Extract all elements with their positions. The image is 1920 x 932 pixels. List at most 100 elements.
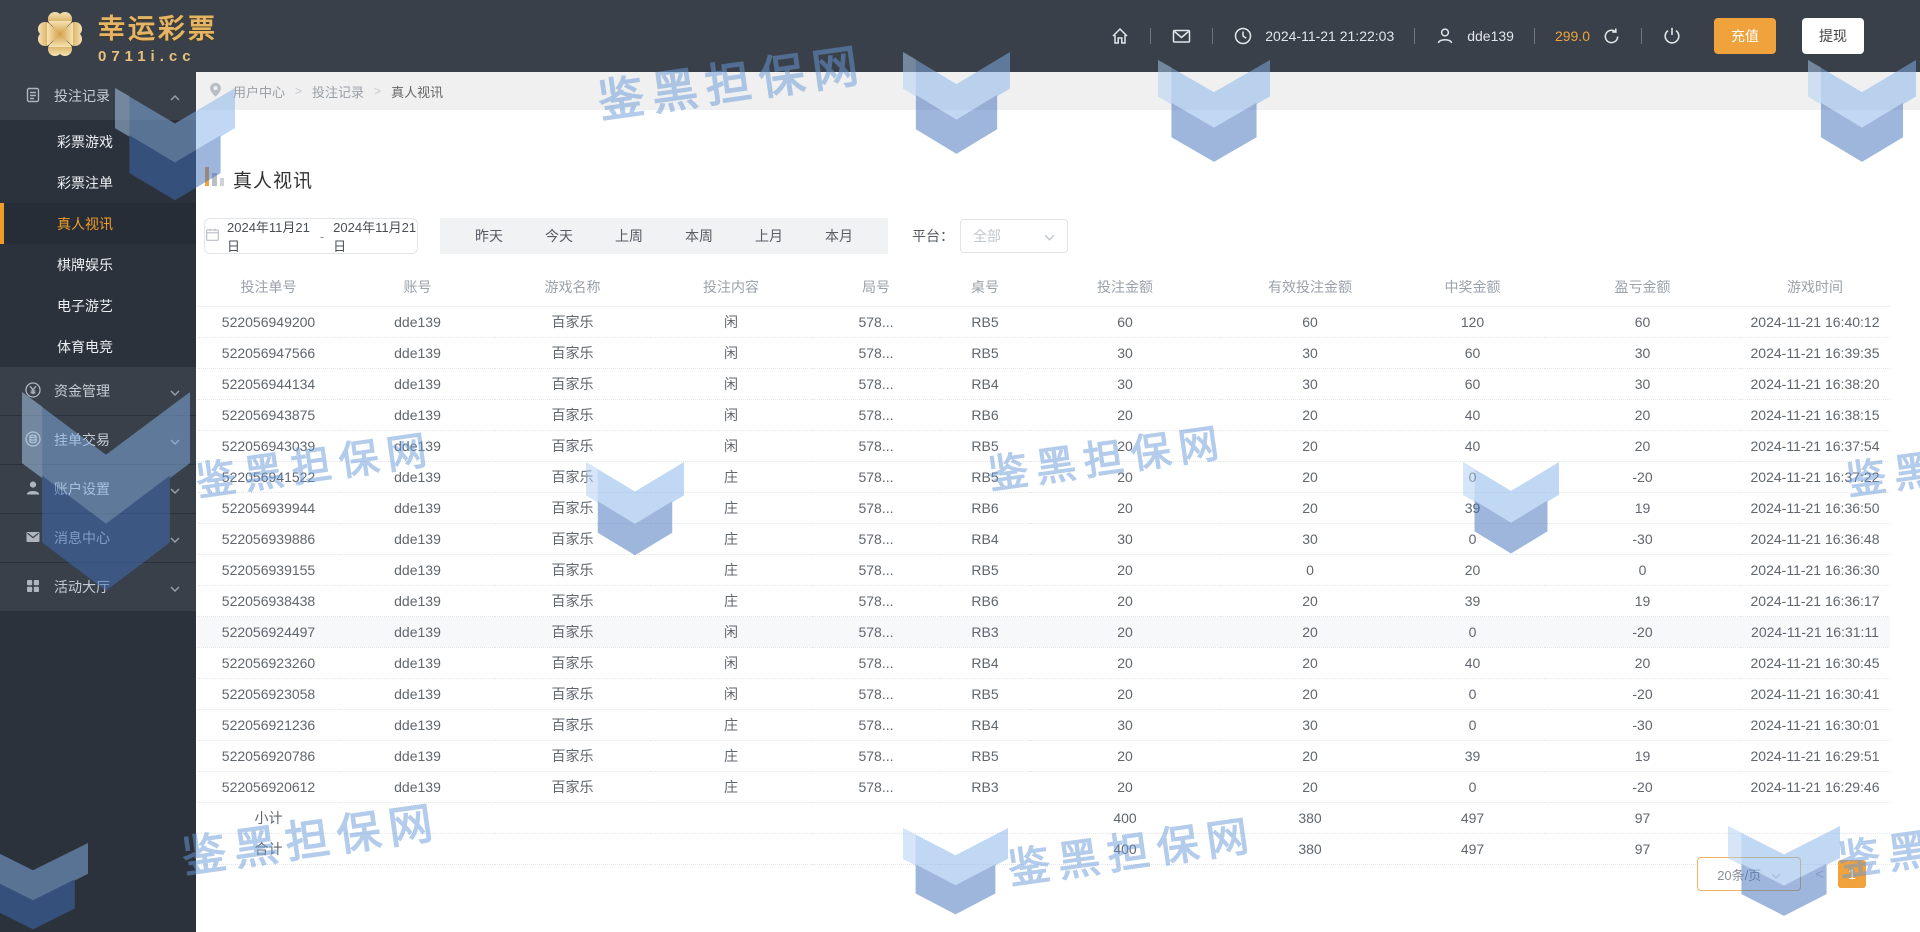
table-cell: 60: [1400, 337, 1545, 369]
summary-cell: 497: [1400, 833, 1545, 865]
table-cell: 百家乐: [495, 709, 650, 741]
recharge-button[interactable]: 充值: [1714, 18, 1776, 54]
table-row[interactable]: 522056920786 dde139 百家乐庄 578... RB5 20 20 39 19 2…: [197, 740, 1890, 772]
user-icon[interactable]: [1435, 26, 1455, 46]
platform-select[interactable]: 全部: [960, 219, 1068, 253]
quick-filter-button[interactable]: 上月: [734, 226, 804, 246]
table-row[interactable]: 522056943875 dde139 百家乐闲 578... RB6 20 20 40 20 2…: [197, 399, 1890, 431]
sidebar-group-bet-records[interactable]: 投注记录: [0, 72, 196, 121]
clock-icon: [1233, 26, 1253, 46]
table-cell: 百家乐: [495, 523, 650, 555]
page-size-select[interactable]: 20条/页: [1697, 857, 1802, 891]
table-cell: dde139: [340, 585, 495, 617]
sidebar-group-account-settings[interactable]: 账户设置: [0, 465, 196, 514]
table-cell: 闲: [650, 368, 812, 400]
power-icon[interactable]: [1662, 26, 1682, 46]
date-end: 2024年11月21日: [333, 220, 417, 254]
quick-filter-button[interactable]: 本月: [804, 226, 874, 246]
table-cell: -20: [1545, 616, 1740, 648]
table-cell: 百家乐: [495, 647, 650, 679]
home-icon[interactable]: [1110, 26, 1130, 46]
table-row[interactable]: 522056923260 dde139 百家乐闲 578... RB4 20 20 40 20 2…: [197, 647, 1890, 679]
table-cell: 60: [1220, 306, 1400, 338]
divider: [1212, 28, 1214, 44]
table-cell: 578...: [812, 306, 940, 338]
divider: [1641, 28, 1642, 44]
app-logo[interactable]: 幸运彩票 0711i.cc: [34, 7, 218, 65]
sidebar-item-active[interactable]: 真人视讯: [0, 203, 196, 244]
sidebar-group-activity-hall[interactable]: 活动大厅: [0, 563, 196, 612]
table-row[interactable]: 522056944134 dde139 百家乐闲 578... RB4 30 30 60 30 2…: [197, 368, 1890, 400]
quick-filter-button[interactable]: 昨天: [454, 226, 524, 246]
quick-filter-button[interactable]: 今天: [524, 226, 594, 246]
table-cell: RB6: [940, 399, 1030, 431]
table-cell: RB4: [940, 368, 1030, 400]
table-cell: dde139: [340, 647, 495, 679]
prev-page-arrow[interactable]: <: [1815, 866, 1824, 883]
date-range-input[interactable]: 2024年11月21日 - 2024年11月21日: [204, 218, 418, 254]
table-cell: 60: [1400, 368, 1545, 400]
table-row[interactable]: 522056938438 dde139 百家乐庄 578... RB6 20 20 39 19 2…: [197, 585, 1890, 617]
quick-filter-button[interactable]: 上周: [594, 226, 664, 246]
table-cell: 0: [1400, 461, 1545, 493]
sidebar: 投注记录 彩票游戏 彩票注单 真人视讯 棋牌娱乐 电子游艺 体育电竞 资金管理 挂单交易: [0, 72, 196, 932]
table-cell: 2024-11-21 16:30:01: [1740, 709, 1890, 741]
table-cell: 2024-11-21 16:37:54: [1740, 430, 1890, 462]
location-pin-icon: [208, 81, 223, 101]
table-row[interactable]: 522056921236 dde139 百家乐庄 578... RB4 30 30 0 -30 2…: [197, 709, 1890, 741]
table-row[interactable]: 522056920612 dde139 百家乐庄 578... RB3 20 20 0 -20 2…: [197, 771, 1890, 803]
withdraw-button[interactable]: 提现: [1802, 18, 1864, 54]
coins-icon: [24, 430, 42, 451]
table-cell: 20: [1220, 678, 1400, 710]
breadcrumb-item[interactable]: 用户中心: [233, 82, 285, 101]
sidebar-item-entry[interactable]: 棋牌娱乐: [0, 244, 196, 285]
table-cell: 578...: [812, 554, 940, 586]
table-row[interactable]: 522056947566 dde139 百家乐闲 578... RB5 30 30 60 30 2…: [197, 337, 1890, 369]
mail-icon[interactable]: [1171, 26, 1192, 46]
sidebar-item-entry[interactable]: 彩票注单: [0, 162, 196, 203]
table-row[interactable]: 522056941522 dde139 百家乐庄 578... RB5 20 20 0 -20 2…: [197, 461, 1890, 493]
breadcrumb-item[interactable]: 投注记录: [312, 82, 364, 101]
table-cell: RB5: [940, 678, 1030, 710]
table-cell: 578...: [812, 461, 940, 493]
current-page[interactable]: 1: [1838, 860, 1866, 888]
refresh-icon[interactable]: [1602, 27, 1621, 46]
table-cell: RB5: [940, 430, 1030, 462]
sidebar-group-pending-orders[interactable]: 挂单交易: [0, 416, 196, 465]
table-cell: 20: [1545, 647, 1740, 679]
table-cell: 百家乐: [495, 306, 650, 338]
table-cell: 522056943875: [197, 399, 340, 431]
date-separator: -: [319, 228, 325, 244]
table-cell: -30: [1545, 523, 1740, 555]
table-row[interactable]: 522056949200 dde139 百家乐闲 578... RB5 60 60 120 60…: [197, 306, 1890, 338]
sidebar-group-message-center[interactable]: 消息中心: [0, 514, 196, 563]
table-row[interactable]: 522056939155 dde139 百家乐庄 578... RB5 20 0 20 0 202…: [197, 554, 1890, 586]
sidebar-item-entry[interactable]: 电子游艺: [0, 285, 196, 326]
table-cell: 578...: [812, 523, 940, 555]
summary-cell: [340, 802, 495, 834]
table-cell: dde139: [340, 616, 495, 648]
table-cell: 闲: [650, 678, 812, 710]
table-cell: RB5: [940, 306, 1030, 338]
table-cell: 2024-11-21 16:31:11: [1740, 616, 1890, 648]
sidebar-item-entry[interactable]: 体育电竞: [0, 326, 196, 367]
table-row[interactable]: 522056943039 dde139 百家乐闲 578... RB5 20 20 40 20 2…: [197, 430, 1890, 462]
sidebar-item-entry[interactable]: 彩票游戏: [0, 121, 196, 162]
pagination: 20条/页 < 1: [1697, 857, 1866, 891]
person-icon: [24, 479, 42, 500]
sidebar-group-funds[interactable]: 资金管理: [0, 367, 196, 416]
table-cell: 2024-11-21 16:36:50: [1740, 492, 1890, 524]
table-row[interactable]: 522056939944 dde139 百家乐庄 578... RB6 20 20 39 19 2…: [197, 492, 1890, 524]
table-cell: 578...: [812, 430, 940, 462]
divider: [1533, 28, 1535, 44]
table-row[interactable]: 522056939886 dde139 百家乐庄 578... RB4 30 30 0 -30 2…: [197, 523, 1890, 555]
table-row[interactable]: 522056923058 dde139 百家乐闲 578... RB5 20 20 0 -20 2…: [197, 678, 1890, 710]
summary-cell: [940, 833, 1030, 865]
table-cell: 578...: [812, 368, 940, 400]
table-cell: 0: [1400, 616, 1545, 648]
table-cell: dde139: [340, 523, 495, 555]
table-cell: dde139: [340, 709, 495, 741]
column-header: 投注内容: [650, 268, 812, 307]
table-row[interactable]: 522056924497 dde139 百家乐闲 578... RB3 20 20 0 -20 2…: [197, 616, 1890, 648]
quick-filter-button[interactable]: 本周: [664, 226, 734, 246]
